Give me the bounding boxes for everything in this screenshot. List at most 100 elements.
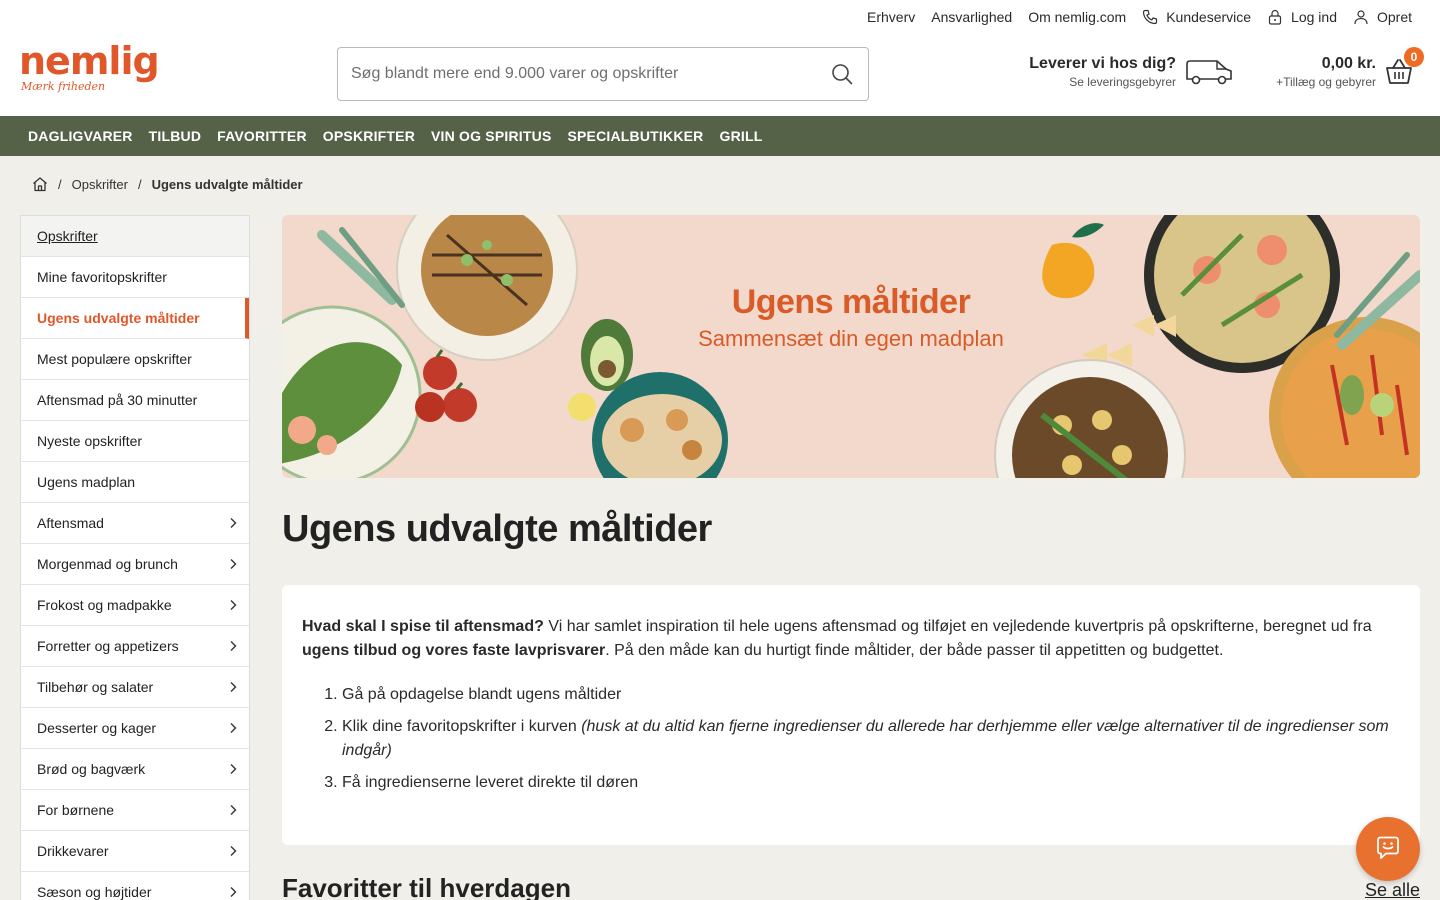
sidebar-item-label: Aftensmad på 30 minutter <box>37 392 198 408</box>
breadcrumb-separator: / <box>58 176 62 192</box>
delivery-check[interactable]: Leverer vi hos dig? Se leveringsgebyrer <box>1020 52 1234 92</box>
sidebar-item-morgenmad[interactable]: Morgenmad og brunch <box>21 544 249 585</box>
sidebar-item-nyeste[interactable]: Nyeste opskrifter <box>21 421 249 462</box>
delivery-subtitle: Se leveringsgebyrer <box>1069 75 1176 89</box>
sidebar-item-frokost[interactable]: Frokost og madpakke <box>21 585 249 626</box>
chevron-right-icon <box>230 518 237 528</box>
sidebar-item-label: Frokost og madpakke <box>37 597 172 613</box>
breadcrumb-separator: / <box>137 176 142 192</box>
chevron-right-icon <box>230 805 237 815</box>
page-title: Ugens udvalgte måltider <box>282 508 712 550</box>
sidebar-item-boernene[interactable]: For børnene <box>21 790 249 831</box>
step-1-text: Gå på opdagelse blandt ugens måltider <box>342 686 622 703</box>
home-icon[interactable] <box>32 176 48 192</box>
intro-card: Hvad skal I spise til aftensmad? Vi har … <box>282 585 1420 845</box>
breadcrumb-opskrifter[interactable]: Opskrifter <box>72 177 128 192</box>
sidebar-item-label: Tilbehør og salater <box>37 679 154 695</box>
sidebar-item-label: Ugens udvalgte måltider <box>37 310 200 326</box>
sidebar-item-ugens-udvalgte[interactable]: Ugens udvalgte måltider <box>21 298 249 339</box>
sidebar-item-aftensmad[interactable]: Aftensmad <box>21 503 249 544</box>
utility-link-ansvarlighed[interactable]: Ansvarlighed <box>931 9 1012 25</box>
basket-icon-wrap: 0 <box>1384 47 1424 88</box>
nav-item-dagligvarer[interactable]: DAGLIGVARER <box>28 128 133 144</box>
recipe-sidebar: Opskrifter Mine favoritopskrifter Ugens … <box>20 215 250 900</box>
sidebar-item-saeson[interactable]: Sæson og højtider <box>21 872 249 900</box>
intro-question: Hvad skal I spise til aftensmad? <box>302 618 544 635</box>
lock-icon <box>1268 9 1282 25</box>
chevron-right-icon <box>230 887 237 897</box>
hero-banner: Ugens måltider Sammensæt din egen madpla… <box>282 215 1420 478</box>
search-button[interactable] <box>816 48 868 100</box>
chevron-right-icon <box>230 559 237 569</box>
register-label: Opret <box>1376 9 1412 25</box>
utility-link-erhverv[interactable]: Erhverv <box>867 9 915 25</box>
nav-item-tilbud[interactable]: TILBUD <box>149 128 202 144</box>
login-label: Log ind <box>1291 9 1337 25</box>
chevron-right-icon <box>230 682 237 692</box>
step-item: Gå på opdagelse blandt ugens måltider <box>342 683 1400 707</box>
delivery-title: Leverer vi hos dig? <box>1029 55 1176 72</box>
breadcrumb-current: Ugens udvalgte måltider <box>151 176 303 192</box>
sidebar-item-label: Forretter og appetizers <box>37 638 179 654</box>
nav-item-vin-og-spiritus[interactable]: VIN OG SPIRITUS <box>431 128 551 144</box>
banner-title-block: Ugens måltider Sammensæt din egen madpla… <box>682 283 1020 352</box>
sidebar-item-30-minutter[interactable]: Aftensmad på 30 minutter <box>21 380 249 421</box>
sidebar-item-label: Nyeste opskrifter <box>37 433 143 449</box>
search-icon <box>832 64 853 85</box>
sidebar-item-label: Ugens madplan <box>37 474 136 490</box>
nemlig-logo[interactable]: nemlig Mærk friheden <box>19 39 160 100</box>
cart-summary[interactable]: 0,00 kr. +Tillæg og gebyrer 0 <box>1248 47 1424 94</box>
banner-subtitle: Sammensæt din egen madplan <box>698 326 1004 351</box>
see-all-link[interactable]: Se alle <box>1365 880 1420 900</box>
utility-bar: Erhverv Ansvarlighed Om nemlig.com Kunde… <box>867 9 1412 25</box>
chat-button[interactable] <box>1356 817 1420 881</box>
sidebar-item-desserter[interactable]: Desserter og kager <box>21 708 249 749</box>
step-item: Få ingredienserne leveret direkte til dø… <box>342 771 1400 795</box>
user-icon <box>1354 10 1368 25</box>
customer-service-label: Kundeservice <box>1166 9 1252 25</box>
nav-item-favoritter[interactable]: FAVORITTER <box>217 128 307 144</box>
sidebar-item-label: Mine favoritopskrifter <box>37 269 167 285</box>
utility-link-om[interactable]: Om nemlig.com <box>1028 9 1126 25</box>
step-2-text: Klik dine favoritopskrifter i kurven <box>342 718 582 735</box>
breadcrumb: / Opskrifter / Ugens udvalgte måltider <box>32 176 303 192</box>
chevron-right-icon <box>230 764 237 774</box>
sidebar-item-broed[interactable]: Brød og bagværk <box>21 749 249 790</box>
cart-fees: +Tillæg og gebyrer <box>1276 75 1376 89</box>
customer-service-link[interactable]: Kundeservice <box>1142 9 1251 25</box>
sidebar-item-tilbehoer[interactable]: Tilbehør og salater <box>21 667 249 708</box>
chevron-right-icon <box>230 723 237 733</box>
delivery-truck-icon <box>1186 60 1232 85</box>
main-nav: DAGLIGVARER TILBUD FAVORITTER OPSKRIFTER… <box>0 116 1440 156</box>
chevron-right-icon <box>230 600 237 610</box>
intro-emphasis: ugens tilbud og vores faste lavprisvarer <box>302 642 606 659</box>
login-link[interactable]: Log ind <box>1267 9 1337 25</box>
phone-icon <box>1143 9 1158 25</box>
chevron-right-icon <box>230 846 237 856</box>
sidebar-item-label: Aftensmad <box>37 515 104 531</box>
nav-item-specialbutikker[interactable]: SPECIALBUTIKKER <box>567 128 703 144</box>
section-title: Favoritter til hverdagen <box>282 873 571 900</box>
sidebar-item-label: Brød og bagværk <box>37 761 146 777</box>
sidebar-item-label: Sæson og højtider <box>37 884 152 900</box>
steps-list: Gå på opdagelse blandt ugens måltider Kl… <box>302 683 1400 795</box>
sidebar-item-mest-populaere[interactable]: Mest populære opskrifter <box>21 339 249 380</box>
nav-item-opskrifter[interactable]: OPSKRIFTER <box>323 128 415 144</box>
sidebar-item-madplan[interactable]: Ugens madplan <box>21 462 249 503</box>
intro-text-1: Vi har samlet inspiration til hele ugens… <box>543 618 1372 635</box>
chat-icon <box>1377 836 1399 859</box>
step-3-text: Få ingredienserne leveret direkte til dø… <box>342 774 639 791</box>
nav-item-grill[interactable]: GRILL <box>720 128 763 144</box>
register-link[interactable]: Opret <box>1353 9 1412 25</box>
sidebar-item-favoritopskrifter[interactable]: Mine favoritopskrifter <box>21 257 249 298</box>
sidebar-header[interactable]: Opskrifter <box>21 216 249 257</box>
logo-wordmark: nemlig <box>19 39 160 83</box>
sidebar-item-drikkevarer[interactable]: Drikkevarer <box>21 831 249 872</box>
cart-count-badge: 0 <box>1404 47 1424 67</box>
site-header: Erhverv Ansvarlighed Om nemlig.com Kunde… <box>0 0 1440 116</box>
sidebar-item-forretter[interactable]: Forretter og appetizers <box>21 626 249 667</box>
sidebar-item-label: For børnene <box>37 802 115 818</box>
cart-amount: 0,00 kr. <box>1321 55 1376 72</box>
step-item: Klik dine favoritopskrifter i kurven (hu… <box>342 715 1400 763</box>
search-input[interactable] <box>338 48 816 100</box>
